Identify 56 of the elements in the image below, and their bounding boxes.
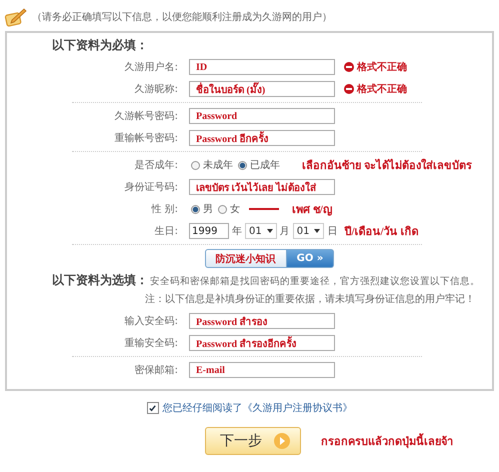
notice-text: 注：以下信息是补填身份证的重要依据，请未填写身份证信息的用户牢记！ [145,294,475,305]
field-label: 密保邮箱: [134,364,178,377]
field-label: 久游帐号密码: [114,110,178,123]
radio-button[interactable] [218,204,227,214]
month-dropdown[interactable]: 01 [245,223,277,239]
error-icon [344,84,354,94]
field-label: 生日: [154,224,178,238]
radio-button[interactable] [191,204,200,214]
instruction-text: （请务必正确填写以下信息，以便您能顺利注册成为久游网的用户） [32,10,332,24]
radio-button[interactable] [191,160,200,170]
day-dropdown[interactable]: 01 [292,223,324,239]
error-message: 格式不正确 [357,60,407,74]
annotation-text: ปี/เดือน/วัน เกิด [344,224,418,240]
input-field[interactable]: E-mail [189,362,335,378]
intro-text: 安全码和密保邮箱是找回密码的重要途径，官方强烈建议您设置以下信息。 [150,275,480,288]
radio-label: 已成年 [250,158,280,172]
error-icon [344,62,354,72]
leader-line [249,208,279,210]
field-label: 久游用户名: [124,60,178,74]
section-title: 以下资料为选填： [52,272,148,289]
unit-label: 年 [232,225,242,238]
next-button[interactable]: 下一步 [205,427,301,455]
tips-button[interactable]: 防沉迷小知识 [204,249,287,268]
pencil-note-icon [4,7,28,27]
input-field[interactable]: Password สำรอง [189,313,335,329]
input-field[interactable]: Password สำรองอีกครั้ง [189,335,335,351]
field-label: 身份证号码: [124,181,178,194]
annotation-text: กรอกครบแล้วกดปุ่มนี้เลยจ้า [321,432,453,450]
radio-label: 男 [203,203,213,216]
year-field[interactable]: 1999 [189,223,229,239]
field-label: 是否成年: [134,158,178,172]
caret-icon [314,229,320,233]
section-title: 以下资料为必填： [52,37,149,54]
caret-icon [266,229,273,233]
input-field[interactable]: Password อีกครั้ง [189,130,335,146]
field-label: 性 别: [150,202,178,216]
radio-button[interactable] [238,160,247,170]
input-field[interactable]: เลขบัตร เว้นไว้เลย ไม่ต้องใส่ [189,179,335,195]
play-icon [274,433,290,449]
go-button[interactable]: GO » [286,249,334,268]
radio-label: 未成年 [203,158,233,172]
field-label: 输入安全码: [124,314,178,328]
input-field[interactable]: Password [189,108,335,124]
input-field[interactable]: ID [189,59,335,75]
field-label: 重输帐号密码: [114,132,178,145]
annotation-text: เพศ ช/ญ [292,203,332,218]
unit-label: 日 [327,225,338,238]
input-field[interactable]: ชื่อในบอร์ด (มั๊ง) [189,81,335,97]
field-label: 重输安全码: [124,336,178,350]
annotation-text: เลือกอันซ้าย จะได้ไม่ต้องใส่เลขบัตร [302,158,472,174]
radio-label: 女 [230,203,240,216]
agreement-link[interactable]: 您已经仔细阅读了《久游用户注册协议书》 [162,401,352,415]
unit-label: 月 [280,225,290,238]
field-label: 久游昵称: [134,83,178,96]
error-message: 格式不正确 [357,82,407,96]
checkbox[interactable] [146,402,158,414]
